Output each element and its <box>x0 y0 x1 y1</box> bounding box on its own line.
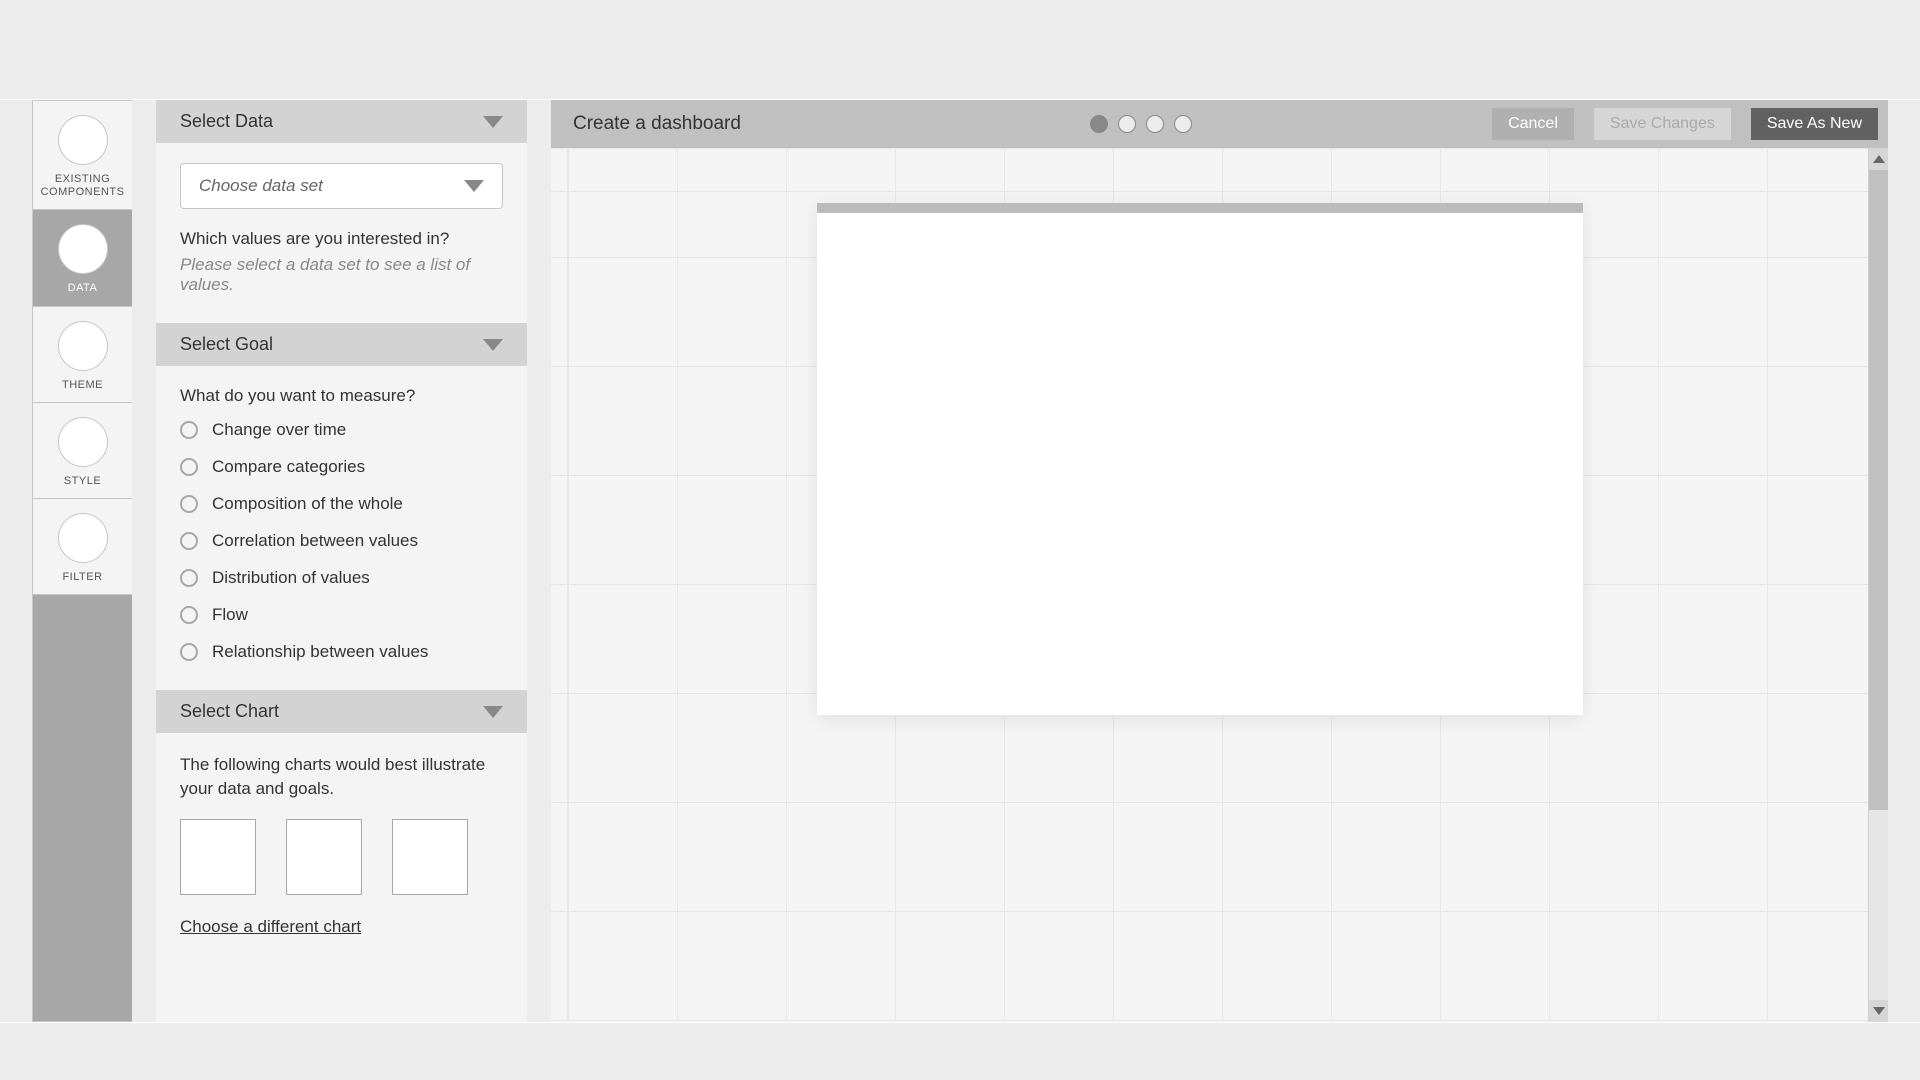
tab-theme[interactable]: THEME <box>33 307 132 403</box>
bottom-banner <box>0 1022 1920 1080</box>
radio-icon <box>180 421 198 439</box>
top-banner <box>0 0 1920 100</box>
goal-question: What do you want to measure? <box>180 386 503 406</box>
save-as-new-button[interactable]: Save As New <box>1751 108 1878 140</box>
section-header-select-chart[interactable]: Select Chart <box>156 690 527 733</box>
radio-label: Distribution of values <box>212 568 370 588</box>
tab-label: STYLE <box>64 475 101 488</box>
section-body-select-goal: What do you want to measure? Change over… <box>156 366 527 690</box>
triangle-up-icon <box>1873 155 1885 163</box>
triangle-down-icon <box>1873 1007 1885 1015</box>
page-title: Create a dashboard <box>573 113 1070 135</box>
scroll-down-button[interactable] <box>1869 1000 1888 1022</box>
radio-composition[interactable]: Composition of the whole <box>180 494 503 514</box>
main-area: Create a dashboard Cancel Save Changes S… <box>551 100 1888 1022</box>
tab-filter[interactable]: FILTER <box>33 499 132 595</box>
radio-icon <box>180 495 198 513</box>
section-header-select-goal[interactable]: Select Goal <box>156 323 527 366</box>
tab-existing-components[interactable]: EXISTING COMPONENTS <box>33 101 132 210</box>
chevron-down-icon <box>483 116 503 128</box>
radio-icon <box>180 532 198 550</box>
tab-circle-icon <box>58 224 108 274</box>
section-title: Select Goal <box>180 334 273 355</box>
tab-data[interactable]: DATA <box>33 210 132 306</box>
radio-correlation[interactable]: Correlation between values <box>180 531 503 551</box>
section-title: Select Data <box>180 111 273 132</box>
tab-style[interactable]: STYLE <box>33 403 132 499</box>
radio-distribution[interactable]: Distribution of values <box>180 568 503 588</box>
scroll-up-button[interactable] <box>1869 148 1888 170</box>
radio-compare-categories[interactable]: Compare categories <box>180 457 503 477</box>
scroll-track[interactable] <box>1869 810 1888 1000</box>
radio-label: Composition of the whole <box>212 494 403 514</box>
tab-circle-icon <box>58 115 108 165</box>
choose-different-chart-link[interactable]: Choose a different chart <box>180 917 361 936</box>
radio-icon <box>180 606 198 624</box>
header-bar: Create a dashboard Cancel Save Changes S… <box>551 100 1888 148</box>
chevron-down-icon <box>483 706 503 718</box>
tab-circle-icon <box>58 513 108 563</box>
chevron-down-icon <box>483 339 503 351</box>
step-dot-3[interactable] <box>1146 115 1164 133</box>
save-changes-button: Save Changes <box>1594 108 1731 140</box>
radio-icon <box>180 569 198 587</box>
tab-label: DATA <box>68 282 98 295</box>
chevron-down-icon <box>464 180 484 192</box>
tab-label: FILTER <box>62 571 102 584</box>
section-title: Select Chart <box>180 701 279 722</box>
dataset-dropdown[interactable]: Choose data set <box>180 163 503 209</box>
section-body-select-data: Choose data set Which values are you int… <box>156 143 527 323</box>
chart-suggestion-2[interactable] <box>286 819 362 895</box>
radio-label: Correlation between values <box>212 531 418 551</box>
cancel-button[interactable]: Cancel <box>1492 108 1574 140</box>
chart-suggestion-1[interactable] <box>180 819 256 895</box>
side-tab-rail: EXISTING COMPONENTS DATA THEME STYLE FIL… <box>32 100 132 1022</box>
values-hint: Please select a data set to see a list o… <box>180 255 503 295</box>
tab-label: EXISTING COMPONENTS <box>37 173 128 199</box>
component-placeholder[interactable] <box>817 203 1583 715</box>
grid-header-col <box>551 148 568 1022</box>
step-dot-2[interactable] <box>1118 115 1136 133</box>
scroll-thumb[interactable] <box>1869 170 1888 810</box>
dropdown-placeholder: Choose data set <box>199 176 323 196</box>
radio-label: Flow <box>212 605 248 625</box>
section-body-select-chart: The following charts would best illustra… <box>156 733 527 965</box>
tab-circle-icon <box>58 417 108 467</box>
configuration-sidebar: Select Data Choose data set Which values… <box>156 100 527 1022</box>
component-titlebar[interactable] <box>817 203 1583 213</box>
radio-relationship[interactable]: Relationship between values <box>180 642 503 662</box>
step-dot-4[interactable] <box>1174 115 1192 133</box>
chart-thumbnails <box>180 819 503 895</box>
grid-header-row <box>551 148 1868 192</box>
vertical-scrollbar[interactable] <box>1868 148 1888 1022</box>
values-question: Which values are you interested in? <box>180 229 503 249</box>
radio-label: Compare categories <box>212 457 365 477</box>
radio-change-over-time[interactable]: Change over time <box>180 420 503 440</box>
section-header-select-data[interactable]: Select Data <box>156 100 527 143</box>
radio-icon <box>180 458 198 476</box>
tab-circle-icon <box>58 321 108 371</box>
chart-description: The following charts would best illustra… <box>180 753 503 801</box>
chart-suggestion-3[interactable] <box>392 819 468 895</box>
radio-flow[interactable]: Flow <box>180 605 503 625</box>
radio-icon <box>180 643 198 661</box>
step-progress <box>1090 115 1192 133</box>
radio-label: Change over time <box>212 420 346 440</box>
canvas-wrapper <box>551 148 1888 1022</box>
radio-label: Relationship between values <box>212 642 428 662</box>
step-dot-1[interactable] <box>1090 115 1108 133</box>
dashboard-canvas[interactable] <box>551 148 1868 1022</box>
tab-label: THEME <box>62 379 103 392</box>
goal-radio-list: Change over time Compare categories Comp… <box>180 420 503 662</box>
